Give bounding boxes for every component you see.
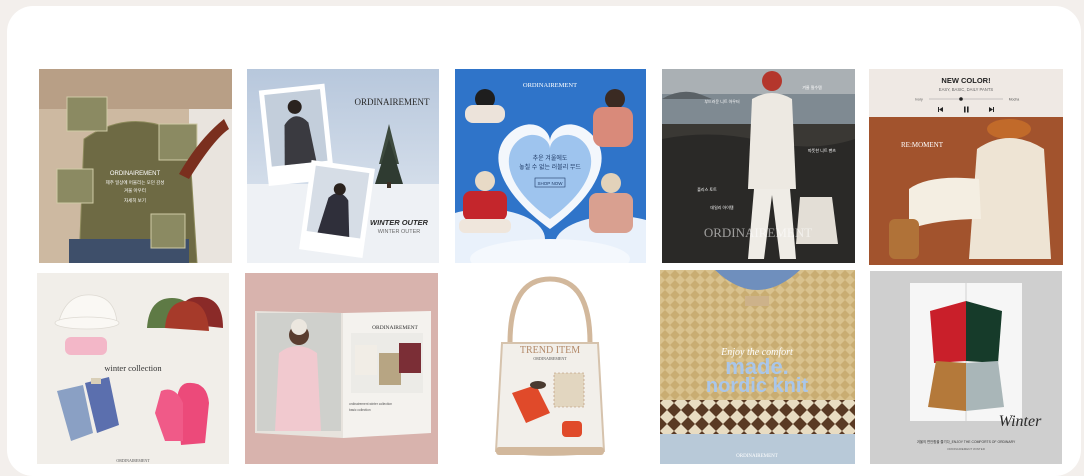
t2-brand: ORDINAIREMENT xyxy=(355,97,430,107)
gallery-item-nordic-knit[interactable]: Enjoy the comfort made. nordic knit ORDI… xyxy=(660,270,855,464)
t7-caption2: basic collection xyxy=(349,408,371,412)
t10-caption: 겨울의 편안함을 즐기다_ENJOY THE COMFORTS OF ORDIN… xyxy=(917,439,1016,444)
heart-cloud-image: ORDINAIREMENT 추운 겨울에도 놓칠 수 없는 러블리 무드 SHO… xyxy=(455,69,646,263)
gallery-item-catalog[interactable]: ORDINAIREMENT ordinairement winter colle… xyxy=(245,273,438,464)
t2-title: WINTER OUTER xyxy=(370,218,428,227)
new-color-image: NEW COLOR! EASY, BASIC, DAILY PANTS Ivor… xyxy=(869,69,1063,265)
gallery-item-trend-item[interactable]: TREND ITEM ORDINAIREMENT xyxy=(454,273,646,464)
t8-title: TREND ITEM xyxy=(520,345,580,356)
t6-brand: ORDINAIREMENT xyxy=(116,458,150,463)
t10-script: Winter xyxy=(999,413,1042,430)
catalog-image: ORDINAIREMENT ordinairement winter colle… xyxy=(245,273,438,464)
seaside-knit-image: 부드러운 니트 아우터 겨울 필수템 따뜻한 니트 팬츠 플리스 토트 데일리 … xyxy=(662,69,855,263)
t4-label3: 따뜻한 니트 팬츠 xyxy=(808,147,836,153)
t10-sub: ORDINAIREMENT WINTER xyxy=(947,447,986,451)
t9-line2: nordic knit xyxy=(706,375,809,397)
winter-outer-image: ORDINAIREMENT WINTER OUTER WINTER OUTER xyxy=(247,69,439,263)
t3-button: SHOP NOW xyxy=(538,181,564,186)
t5-player-right: Mocha xyxy=(1009,98,1020,102)
t3-brand: ORDINAIREMENT xyxy=(523,82,577,89)
t3-line1: 추운 겨울에도 xyxy=(533,154,568,162)
winter-comfort-image: Winter 겨울의 편안함을 즐기다_ENJOY THE COMFORTS O… xyxy=(870,271,1062,464)
t9-brand: ORDINAIREMENT xyxy=(736,454,778,459)
gallery-item-winter-outer[interactable]: ORDINAIREMENT WINTER OUTER WINTER OUTER xyxy=(247,69,439,263)
winter-collection-image: winter collection ORDINAIREMENT xyxy=(37,273,229,464)
gallery-item-winter-comfort[interactable]: Winter 겨울의 편안함을 즐기다_ENJOY THE COMFORTS O… xyxy=(870,271,1062,464)
gallery-item-seaside-knit[interactable]: 부드러운 니트 아우터 겨울 필수템 따뜻한 니트 팬츠 플리스 토트 데일리 … xyxy=(662,69,855,263)
t4-label5: 데일리 아이템 xyxy=(710,204,734,210)
t5-subtitle: EASY, BASIC, DAILY PANTS xyxy=(939,87,994,92)
t5-brand: RE:MOMENT xyxy=(901,141,944,149)
t5-player-left: Ivory xyxy=(915,98,923,102)
t7-caption1: ordinairement winter collection xyxy=(349,402,392,406)
t1-button: 자세히 보기 xyxy=(124,197,146,204)
gallery-item-winter-collection[interactable]: winter collection ORDINAIREMENT xyxy=(37,273,229,464)
trend-item-image: TREND ITEM ORDINAIREMENT xyxy=(454,273,646,464)
t4-brand: ORDINAIREMENT xyxy=(704,225,812,240)
gallery-item-lovely-mood[interactable]: ORDINAIREMENT 추운 겨울에도 놓칠 수 없는 러블리 무드 SHO… xyxy=(455,69,646,263)
t1-brand: ORDINAIREMENT xyxy=(110,171,161,177)
gallery-item-plaid-cardigan[interactable]: ORDINAIREMENT 제주 일상에 어울리는 모던 감성 겨울 아우터 자… xyxy=(39,69,232,263)
gallery-item-new-color[interactable]: NEW COLOR! EASY, BASIC, DAILY PANTS Ivor… xyxy=(869,69,1063,265)
t8-brand: ORDINAIREMENT xyxy=(533,356,567,361)
plaid-cardigan-image: ORDINAIREMENT 제주 일상에 어울리는 모던 감성 겨울 아우터 자… xyxy=(39,69,232,263)
t1-line1: 제주 일상에 어울리는 모던 감성 xyxy=(106,179,165,186)
t5-title: NEW COLOR! xyxy=(941,76,990,85)
t1-line2: 겨울 아우터 xyxy=(124,187,146,194)
t7-brand: ORDINAIREMENT xyxy=(372,325,418,331)
t3-line2: 놓칠 수 없는 러블리 무드 xyxy=(519,163,581,171)
t4-label1: 부드러운 니트 아우터 xyxy=(704,98,740,104)
t4-label4: 플리스 토트 xyxy=(697,186,717,192)
t4-label2: 겨울 필수템 xyxy=(802,84,822,90)
t2-subtitle: WINTER OUTER xyxy=(378,229,420,235)
t6-title: winter collection xyxy=(104,363,162,373)
nordic-knit-image: Enjoy the comfort made. nordic knit ORDI… xyxy=(660,270,855,464)
